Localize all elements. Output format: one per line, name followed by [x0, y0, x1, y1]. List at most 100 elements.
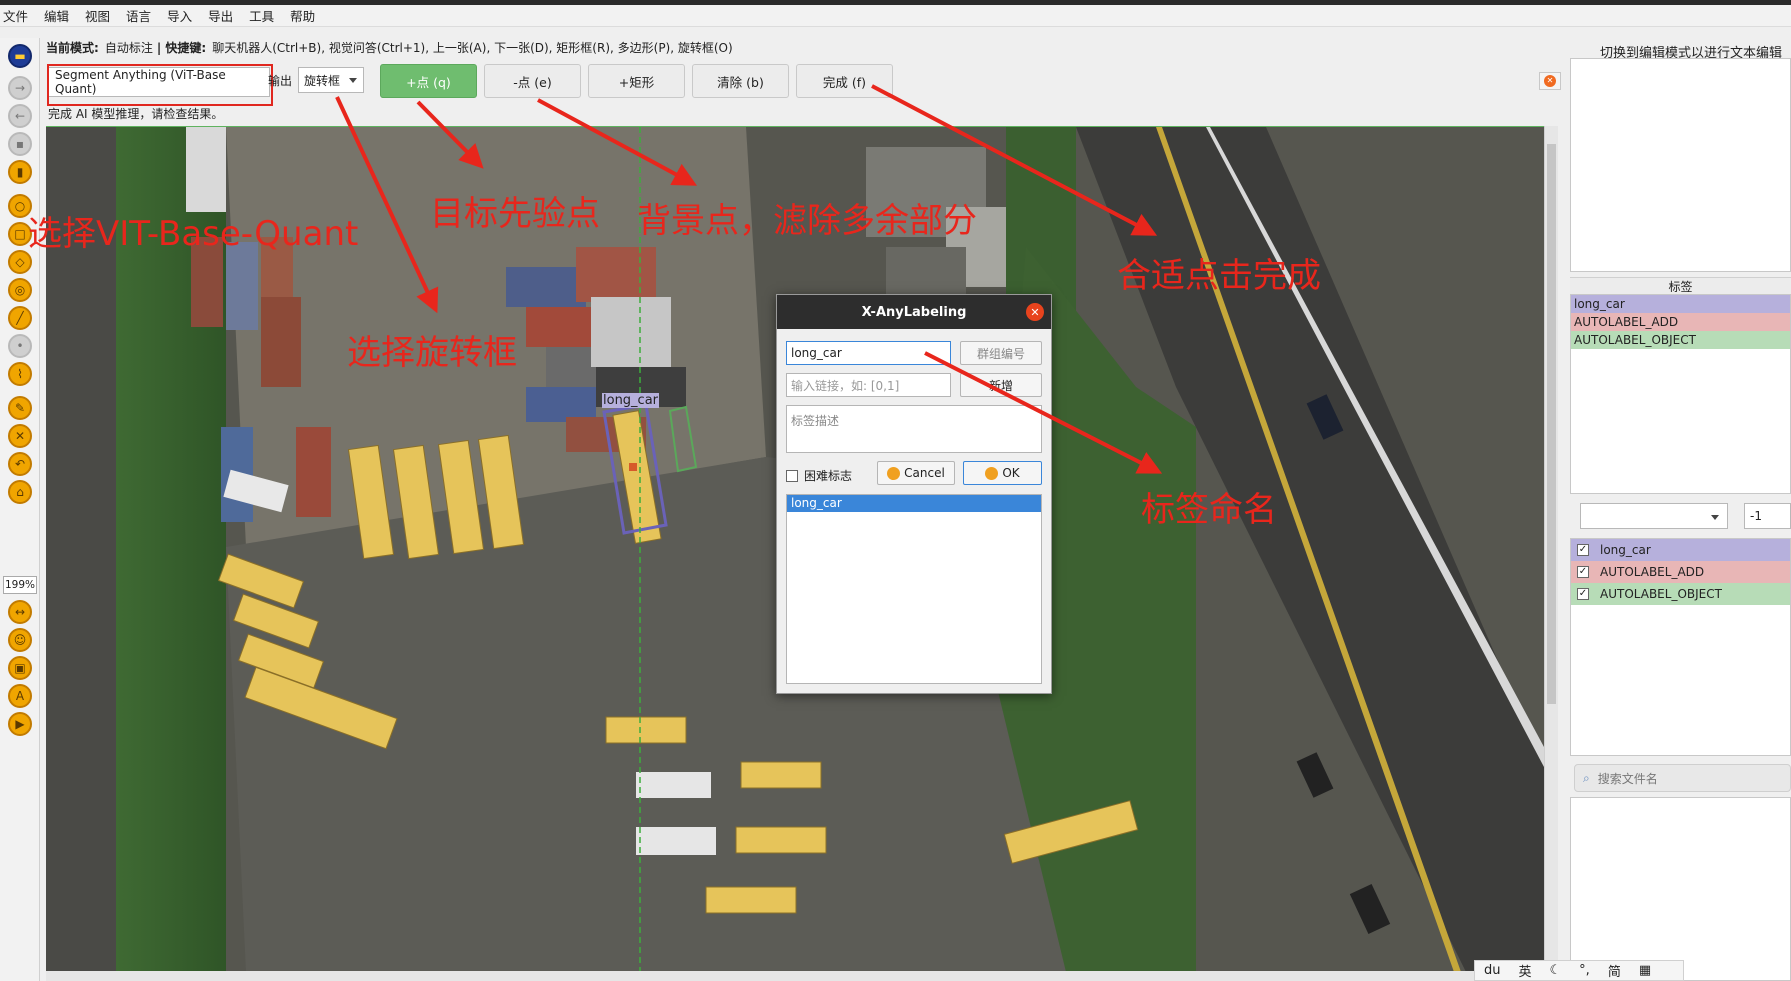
menu-view[interactable]: 视图	[82, 6, 119, 25]
ok-button-label: OK	[1002, 466, 1020, 480]
delete-file-icon[interactable]: ▮	[8, 160, 32, 184]
edit-shape-icon[interactable]: ✎	[8, 396, 32, 420]
run-all-icon[interactable]: ▶	[8, 712, 32, 736]
link-input[interactable]: 输入链接，如: [0,1]	[786, 373, 951, 397]
scrollbar-thumb[interactable]	[1547, 144, 1556, 704]
status-message: 完成 AI 模型推理，请检查结果。	[48, 107, 224, 121]
shape-item[interactable]: ✓ AUTOLABEL_OBJECT	[1571, 583, 1790, 605]
label-name-input[interactable]: long_car	[786, 341, 951, 365]
close-panel-button[interactable]: ✕	[1539, 72, 1561, 90]
punctuation-icon[interactable]: °,	[1579, 963, 1590, 978]
ime-english-toggle[interactable]: 英	[1519, 961, 1532, 980]
ime-simplified-toggle[interactable]: 简	[1608, 961, 1621, 980]
label-list[interactable]: long_car AUTOLABEL_ADD AUTOLABEL_OBJECT	[1570, 294, 1791, 494]
fit-width-icon[interactable]: ↔	[8, 600, 32, 624]
canvas-horizontal-scrollbar[interactable]	[46, 971, 1544, 981]
difficult-checkbox[interactable]	[786, 469, 798, 482]
annotation-positive-point: 目标先验点	[430, 194, 600, 234]
shape-item[interactable]: ✓ long_car	[1571, 539, 1790, 561]
image-settings-icon[interactable]: ▣	[8, 656, 32, 680]
dialog-label-item[interactable]: long_car	[787, 495, 1041, 512]
shape-visible-checkbox[interactable]: ✓	[1577, 588, 1589, 600]
dialog-title: X-AnyLabeling	[777, 295, 1051, 329]
description-text-box[interactable]	[1570, 58, 1791, 272]
delete-shape-icon[interactable]: ✕	[8, 424, 32, 448]
canvas-vertical-scrollbar[interactable]	[1544, 126, 1558, 971]
close-icon: ✕	[1544, 75, 1556, 87]
close-icon[interactable]: ✕	[1026, 303, 1044, 321]
menu-export[interactable]: 导出	[205, 6, 242, 25]
mode-info-bar: 当前模式: 自动标注 | 快捷键: 聊天机器人(Ctrl+B), 视觉问答(Ct…	[46, 38, 733, 56]
description-textarea[interactable]: 标签描述	[786, 405, 1042, 453]
clear-button[interactable]: 清除 (b)	[692, 64, 789, 98]
annotation-label-naming: 标签命名	[1141, 490, 1277, 530]
file-search-input[interactable]: ⌕ 搜索文件名	[1574, 764, 1791, 792]
shape-item-label: AUTOLABEL_OBJECT	[1600, 587, 1722, 601]
ok-icon	[985, 466, 999, 480]
prev-image-icon[interactable]: ←	[8, 104, 32, 128]
remove-point-button[interactable]: -点 (e)	[484, 64, 581, 98]
label-filter-select[interactable]	[1580, 503, 1728, 529]
shape-visible-checkbox[interactable]: ✓	[1577, 544, 1589, 556]
menu-import[interactable]: 导入	[164, 6, 201, 25]
finish-button[interactable]: 完成 (f)	[796, 64, 893, 98]
menu-edit[interactable]: 编辑	[41, 6, 78, 25]
label-item[interactable]: long_car	[1571, 295, 1790, 313]
menu-language[interactable]: 语言	[123, 6, 160, 25]
annotation-finish: 合适点击完成	[1117, 256, 1321, 296]
menu-tools[interactable]: 工具	[246, 6, 283, 25]
annotation-select-model: 选择VIT-Base-Quant	[28, 214, 359, 254]
next-image-icon[interactable]: →	[8, 76, 32, 100]
auto-label-ai-icon[interactable]: A	[8, 684, 32, 708]
shape-item-label: AUTOLABEL_ADD	[1600, 565, 1705, 579]
point-tool-icon[interactable]: •	[8, 334, 32, 358]
shape-item[interactable]: ✓ AUTOLABEL_ADD	[1571, 561, 1790, 583]
line-tool-icon[interactable]: ╱	[8, 306, 32, 330]
undo-icon[interactable]: ↶	[8, 452, 32, 476]
ime-logo-icon[interactable]: du	[1484, 963, 1501, 978]
group-id-field[interactable]: 群组编号	[960, 341, 1042, 365]
shape-visible-checkbox[interactable]: ✓	[1577, 566, 1589, 578]
annotation-negative-point: 背景点，滤除多余部分	[637, 201, 977, 241]
shape-list[interactable]: ✓ long_car ✓ AUTOLABEL_ADD ✓ AUTOLABEL_O…	[1570, 538, 1791, 756]
grid-icon[interactable]: ▦	[1639, 963, 1651, 978]
group-id-input[interactable]: -1	[1744, 503, 1791, 529]
shape-item-label: long_car	[1600, 543, 1651, 557]
shape-label-tag: long_car	[602, 393, 660, 408]
save-icon[interactable]: ▪	[8, 132, 32, 156]
file-search-placeholder: 搜索文件名	[1597, 771, 1658, 786]
menu-file[interactable]: 文件	[0, 6, 37, 25]
search-icon: ⌕	[1583, 770, 1590, 785]
circle-tool-icon[interactable]: ◎	[8, 278, 32, 302]
annotation-rotation-select: 选择旋转框	[347, 333, 517, 373]
add-link-button[interactable]: 新增	[960, 373, 1042, 397]
cancel-button[interactable]: Cancel	[877, 461, 955, 485]
moon-icon[interactable]: ☾	[1550, 963, 1562, 978]
menu-bar: 文件 编辑 视图 语言 导入 导出 工具 帮助	[0, 5, 1791, 27]
difficult-checkbox-row[interactable]: 困难标志	[786, 467, 852, 484]
tag-icon[interactable]: ⌂	[8, 480, 32, 504]
label-item[interactable]: AUTOLABEL_OBJECT	[1571, 331, 1790, 349]
chatbot-icon[interactable]: ☺	[8, 628, 32, 652]
labels-header: 标签	[1570, 277, 1791, 295]
left-toolbar: ▬ → ← ▪ ▮ ○ □ ◇ ◎ ╱ • ⌇ ✎ ✕ ↶ ⌂ 199% ↔ ☺…	[0, 38, 40, 981]
output-type-value: 旋转框	[304, 73, 341, 88]
dialog-label-list[interactable]: long_car	[786, 494, 1042, 684]
chevron-down-icon	[1711, 515, 1719, 520]
cancel-icon	[887, 466, 901, 480]
shortcut-label: | 快捷键:	[156, 40, 207, 55]
output-label: 输出	[268, 74, 293, 88]
add-rect-button[interactable]: +矩形	[588, 64, 685, 98]
mode-value: 自动标注	[104, 40, 153, 55]
linestrip-tool-icon[interactable]: ⌇	[8, 362, 32, 386]
file-list[interactable]	[1570, 797, 1791, 981]
output-type-select[interactable]: 旋转框	[298, 67, 364, 93]
menu-help[interactable]: 帮助	[287, 6, 324, 25]
ok-button[interactable]: OK	[963, 461, 1042, 485]
label-item[interactable]: AUTOLABEL_ADD	[1571, 313, 1790, 331]
add-point-button[interactable]: +点 (q)	[380, 64, 477, 98]
zoom-level-input[interactable]: 199%	[3, 576, 37, 594]
difficult-label: 困难标志	[804, 469, 853, 483]
chevron-down-icon	[349, 78, 357, 83]
open-folder-icon[interactable]: ▬	[8, 44, 32, 68]
